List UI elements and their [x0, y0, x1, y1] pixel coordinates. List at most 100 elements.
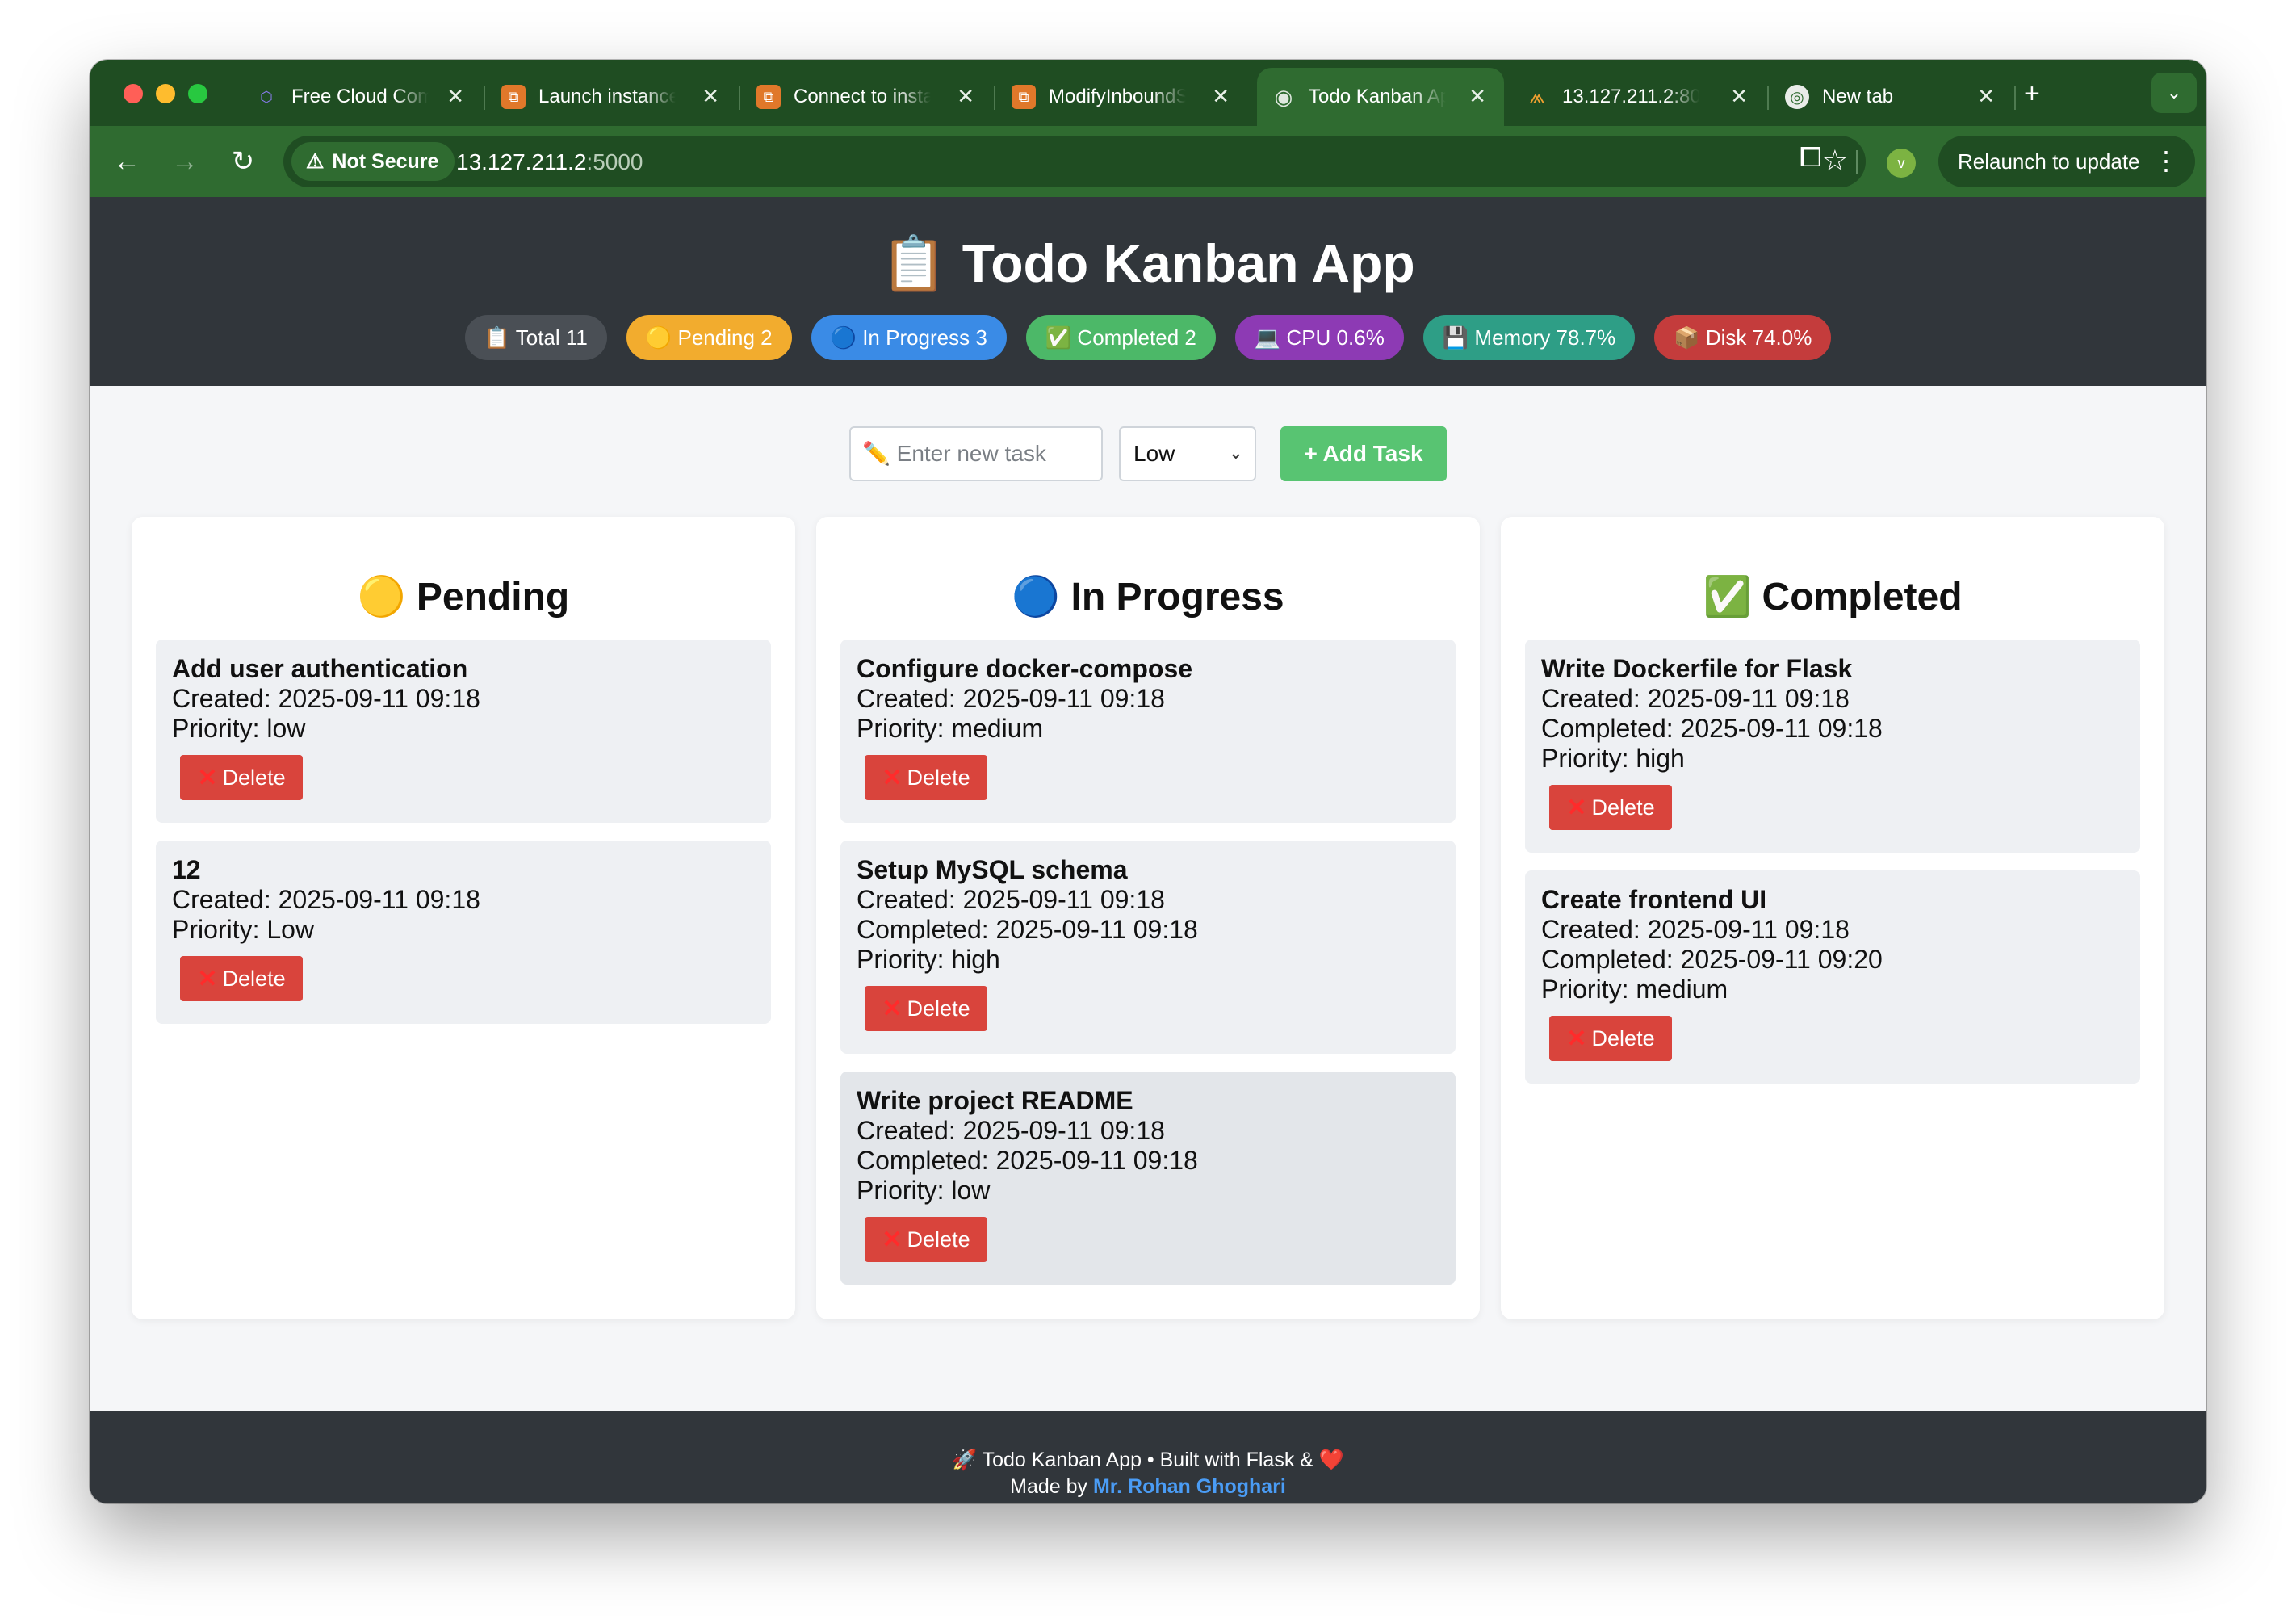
extensions-icon[interactable]: ⧠	[1800, 142, 1821, 174]
stat-memory-badge: 💾 Memory 78.7%	[1422, 315, 1636, 360]
delete-button[interactable]: ✕ Delete	[865, 755, 987, 800]
stat-pending-badge: 🟡 Pending 2	[626, 315, 792, 360]
relaunch-button[interactable]: Relaunch to update ⋮	[1938, 136, 2195, 187]
tab-title: Connect to instance	[794, 86, 931, 107]
delete-button[interactable]: ✕ Delete	[180, 755, 303, 800]
task-completed: Completed: 2025-09-11 09:18	[857, 1146, 1198, 1175]
tab-new-tab[interactable]: ◎ New tab ✕	[1770, 68, 2013, 126]
task-priority: Priority: high	[1541, 744, 1685, 773]
zoom-window-button[interactable]	[188, 84, 207, 103]
delete-label: Delete	[222, 765, 286, 790]
browser-toolbar: ← → ↻ ⚠ Not Secure 13.127.211.2:5000 ☆ ⧠…	[90, 126, 2206, 197]
new-tab-button[interactable]: +	[2024, 78, 2040, 110]
delete-button[interactable]: ✕ Delete	[865, 986, 987, 1031]
cross-icon: ✕	[882, 995, 903, 1022]
cross-icon: ✕	[1566, 794, 1587, 821]
priority-selected-value: Low	[1133, 441, 1175, 466]
tab-search-button[interactable]: ⌄	[2151, 73, 2197, 113]
reload-button[interactable]: ↻	[225, 144, 261, 179]
task-priority: Priority: medium	[1541, 975, 1728, 1004]
delete-label: Delete	[907, 1227, 970, 1252]
add-task-button[interactable]: + Add Task	[1280, 426, 1447, 481]
aws-icon: ⧉	[1012, 85, 1036, 109]
delete-label: Delete	[907, 765, 970, 790]
tab-launch-instance[interactable]: ⧉ Launch instance ✕	[487, 68, 737, 126]
close-icon[interactable]: ✕	[1977, 86, 1995, 107]
task-card: Write Dockerfile for Flask Created: 2025…	[1525, 640, 2140, 853]
column-title: 🔵 In Progress	[1012, 576, 1284, 619]
address-bar[interactable]: ⚠ Not Secure 13.127.211.2:5000 ☆	[283, 136, 1866, 187]
tab-modify-inbound[interactable]: ⧉ ModifyInboundSecurityGroupRules ✕	[997, 68, 1247, 126]
stat-cpu-badge: 💻 CPU 0.6%	[1234, 315, 1404, 360]
security-label: Not Secure	[332, 149, 439, 173]
stat-in-progress-badge: 🔵 In Progress 3	[811, 315, 1007, 360]
page-title: 📋 Todo Kanban App	[881, 233, 1415, 293]
task-title: Setup MySQL schema	[857, 855, 1128, 884]
page-content: 📋 Todo Kanban App 📋 Total 11 🟡 Pending 2…	[90, 197, 2206, 1503]
delete-button[interactable]: ✕ Delete	[1549, 785, 1672, 830]
tab-free-cloud[interactable]: ⬡ Free Cloud Computing Services ✕	[240, 68, 482, 126]
forward-button[interactable]: →	[167, 144, 203, 179]
delete-label: Delete	[907, 996, 970, 1021]
minimize-window-button[interactable]	[156, 84, 175, 103]
tab-separator	[1767, 86, 1769, 110]
column-completed: ✅ Completed Write Dockerfile for Flask C…	[1501, 517, 2164, 1319]
task-title: 12	[172, 855, 201, 884]
tab-title: Todo Kanban App	[1309, 86, 1446, 107]
profile-avatar[interactable]: v	[1887, 149, 1916, 178]
tab-separator	[484, 86, 485, 110]
task-created: Created: 2025-09-11 09:18	[857, 684, 1165, 713]
back-button[interactable]: ←	[109, 144, 145, 179]
task-card: Configure docker-compose Created: 2025-0…	[840, 640, 1456, 823]
close-icon[interactable]: ✕	[1212, 86, 1230, 107]
tab-title: 13.127.211.2:8080	[1562, 86, 1699, 107]
chrome-icon: ◎	[1785, 85, 1809, 109]
cross-icon: ✕	[882, 764, 903, 791]
url-host: 13.127.211.2	[456, 149, 587, 174]
priority-select[interactable]: Low ⌄	[1119, 426, 1256, 481]
delete-label: Delete	[1591, 1025, 1655, 1051]
url-port: :5000	[586, 149, 643, 174]
close-icon[interactable]: ✕	[446, 86, 464, 107]
bookmark-star-icon[interactable]: ☆	[1822, 144, 1848, 178]
relaunch-label: Relaunch to update	[1958, 149, 2140, 174]
tab-jenkins[interactable]: ⩕ 13.127.211.2:8080 ✕	[1510, 68, 1766, 126]
task-title: Create frontend UI	[1541, 885, 1767, 914]
close-icon[interactable]: ✕	[957, 86, 974, 107]
task-completed: Completed: 2025-09-11 09:18	[1541, 714, 1883, 743]
task-completed: Completed: 2025-09-11 09:18	[857, 915, 1198, 944]
url-text[interactable]: 13.127.211.2:5000	[456, 149, 643, 175]
stat-disk-badge: 📦 Disk 74.0%	[1654, 315, 1832, 360]
stat-completed-badge: ✅ Completed 2	[1025, 315, 1216, 360]
close-icon[interactable]: ✕	[1730, 86, 1748, 107]
tab-separator	[739, 86, 740, 110]
close-icon[interactable]: ✕	[702, 86, 719, 107]
close-window-button[interactable]	[124, 84, 143, 103]
security-chip[interactable]: ⚠ Not Secure	[291, 142, 455, 181]
cross-icon: ✕	[1566, 1025, 1587, 1052]
delete-button[interactable]: ✕ Delete	[865, 1217, 987, 1262]
delete-button[interactable]: ✕ Delete	[180, 956, 303, 1001]
task-card: Setup MySQL schema Created: 2025-09-11 0…	[840, 841, 1456, 1054]
author-link[interactable]: Mr. Rohan Ghoghari	[1093, 1475, 1286, 1498]
delete-label: Delete	[1591, 795, 1655, 820]
tab-connect-instance[interactable]: ⧉ Connect to instance ✕	[742, 68, 992, 126]
close-icon[interactable]: ✕	[1469, 86, 1486, 107]
column-title: 🟡 Pending	[357, 576, 570, 619]
aws-icon: ⧉	[501, 85, 526, 109]
task-card: 12 Created: 2025-09-11 09:18 Priority: L…	[156, 841, 771, 1024]
more-menu-icon[interactable]: ⋮	[2153, 145, 2179, 176]
tab-todo-kanban[interactable]: ◉ Todo Kanban App ✕	[1257, 68, 1504, 126]
delete-button[interactable]: ✕ Delete	[1549, 1016, 1672, 1061]
footer-credit: Made by Mr. Rohan Ghoghari	[90, 1474, 2206, 1500]
column-title: ✅ Completed	[1703, 576, 1963, 619]
tab-title: ModifyInboundSecurityGroupRules	[1049, 86, 1186, 107]
new-task-input[interactable]	[849, 426, 1103, 481]
warning-icon: ⚠	[306, 150, 325, 173]
cross-icon: ✕	[197, 764, 218, 791]
task-priority: Priority: Low	[172, 915, 315, 944]
cross-icon: ✕	[882, 1226, 903, 1253]
task-priority: Priority: low	[172, 714, 306, 743]
stats-bar: 📋 Total 11 🟡 Pending 2 🔵 In Progress 3 ✅…	[90, 315, 2206, 360]
task-card: Create frontend UI Created: 2025-09-11 0…	[1525, 870, 2140, 1084]
